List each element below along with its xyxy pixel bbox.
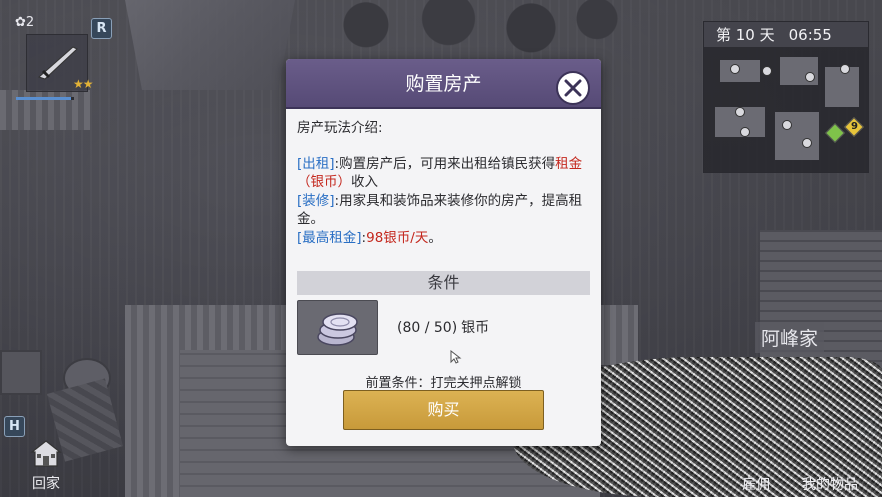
hire-button[interactable]: 雇佣 <box>742 474 770 494</box>
dialog-title: 购置房产 <box>405 73 482 95</box>
silver-coin-slot <box>297 300 378 355</box>
max-rent-tag: [最高租金] <box>297 229 362 246</box>
map-npc-icon <box>740 127 750 137</box>
map-npc-icon <box>762 66 772 76</box>
tent-roof <box>125 0 295 90</box>
map-npc-icon <box>840 64 850 74</box>
map-level-number: 9 <box>851 121 858 132</box>
cost-amount: (80 / 50) <box>397 320 458 336</box>
conditions-header: 条件 <box>297 271 590 295</box>
decor-text: :用家具和装饰品来装修你的房产，提高租金。 <box>297 192 583 228</box>
close-button[interactable] <box>556 71 590 105</box>
max-rent-paragraph: [最高租金]:98银币/天。 <box>297 229 592 248</box>
exp-bar <box>16 97 74 100</box>
decor-paragraph: [装修]:用家具和装饰品来装修你的房产，提高租金。 <box>297 192 592 229</box>
cost-unit: 银币 <box>461 320 490 336</box>
max-rent-end: 。 <box>428 229 442 246</box>
day-label: 第 10 天 <box>716 26 775 44</box>
map-npc-icon <box>782 120 792 130</box>
prerequisite-text: 前置条件：打完关押点解锁 <box>365 376 522 391</box>
clock-time: 06:55 <box>788 25 832 44</box>
intro-heading: 房产玩法介绍: <box>297 120 383 136</box>
rent-paragraph: [出租]:购置房产后，可用来出租给镇民获得租金（银币）收入 <box>297 155 592 192</box>
house-name-tag: 阿峰家 <box>755 322 825 353</box>
dialog-body: 房产玩法介绍: [出租]:购置房产后，可用来出租给镇民获得租金（银币）收入 [装… <box>297 119 592 247</box>
cursor-icon <box>450 350 462 364</box>
day-time-bar: 第 10 天 06:55 <box>704 22 868 47</box>
house-icon <box>30 440 62 467</box>
home-button[interactable]: 回家 <box>18 438 74 493</box>
tree-canopy <box>300 0 630 62</box>
cost-text: (80 / 50) 银币 <box>397 317 489 337</box>
rent-tag: [出租] <box>297 155 335 172</box>
max-rent-value: 98银币/天 <box>366 229 429 246</box>
map-building <box>775 112 819 160</box>
rent-text-2: 收入 <box>351 174 378 190</box>
map-npc-icon <box>730 64 740 74</box>
home-label: 回家 <box>32 476 60 492</box>
striped-awning-right <box>598 305 638 365</box>
sword-icon <box>38 46 78 80</box>
hotkey-h-badge[interactable]: H <box>4 416 25 437</box>
house-roof-left <box>0 90 90 130</box>
close-icon <box>564 79 582 97</box>
barrel-sprite <box>0 350 42 395</box>
map-npc-icon <box>802 138 812 148</box>
map-quest-marker <box>825 123 845 143</box>
minimap-map: 9 <box>710 52 864 170</box>
buy-button[interactable]: 购买 <box>343 390 544 430</box>
rent-text-1: :购置房产后，可用来出租给镇民获得 <box>334 155 556 172</box>
silver-coin-icon <box>317 313 358 346</box>
my-items-button[interactable]: 我的物品 <box>802 474 858 494</box>
purchase-property-dialog: 购置房产 房产玩法介绍: [出租]:购置房产后，可用来出租给镇民获得租金（银币）… <box>286 59 601 446</box>
weapon-stars: ★★ <box>73 77 93 91</box>
map-building <box>720 60 760 82</box>
map-npc-icon <box>735 107 745 117</box>
player-level: ✿2 <box>15 15 35 30</box>
hotkey-r-badge[interactable]: R <box>91 18 112 39</box>
weapon-slot[interactable]: ★★ <box>26 34 93 92</box>
minimap[interactable]: 第 10 天 06:55 9 <box>703 21 869 173</box>
map-npc-icon <box>805 72 815 82</box>
exp-bar-fill <box>16 97 72 100</box>
decor-tag: [装修] <box>297 192 335 209</box>
